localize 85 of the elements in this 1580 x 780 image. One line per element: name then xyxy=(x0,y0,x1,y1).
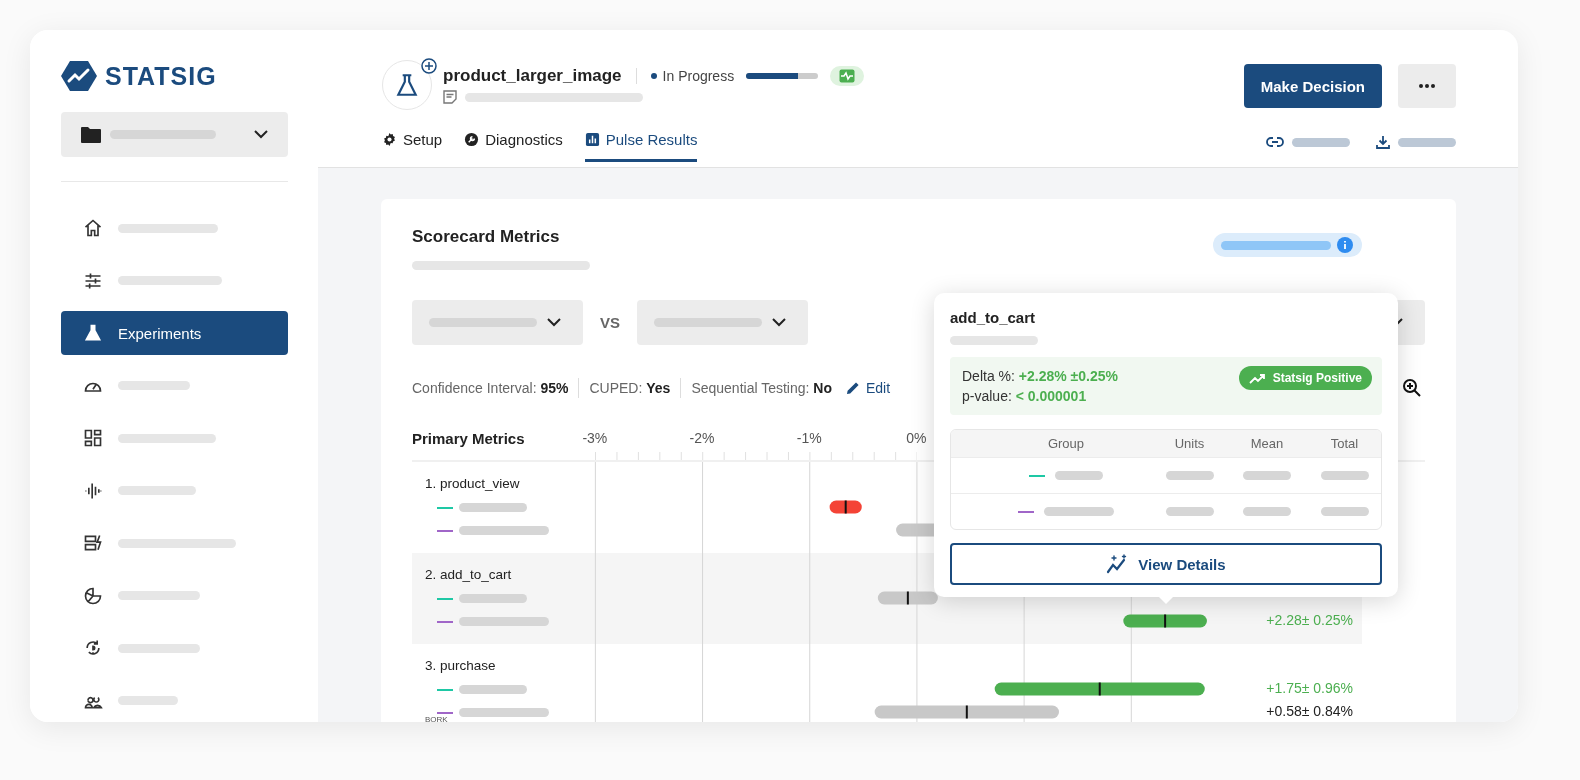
axis-label: -2% xyxy=(689,430,715,446)
setting-text: Sequential Testing: No xyxy=(691,380,832,396)
redacted-text-bar xyxy=(1055,471,1103,481)
delta-value: +1.75± 0.96% xyxy=(1266,679,1353,698)
metric-name: 1. product_view xyxy=(425,476,521,493)
pulse-icon xyxy=(839,69,856,83)
metric-name: 3. purchase xyxy=(425,658,497,675)
redacted-text-bar xyxy=(1165,471,1214,481)
group-dropdown[interactable] xyxy=(637,300,808,345)
chevron-down-icon xyxy=(547,318,561,327)
column-header: Units xyxy=(1173,436,1206,452)
redacted-text-bar xyxy=(459,685,527,694)
tab[interactable]: Setup xyxy=(382,131,443,162)
experiment-title: product_larger_image xyxy=(443,66,622,86)
card-title: Scorecard Metrics xyxy=(412,227,560,247)
bar-chart-icon xyxy=(584,132,600,147)
link-icon[interactable] xyxy=(1266,137,1284,147)
nav-item[interactable]: Experiments xyxy=(61,311,288,355)
chevron-down-icon xyxy=(772,318,786,327)
delta-value: +0.58± 0.84% xyxy=(1266,702,1353,721)
status-dot-icon xyxy=(650,73,657,79)
redacted-text-bar xyxy=(459,503,527,512)
column-header: Total xyxy=(1329,436,1360,452)
redacted-text-bar xyxy=(459,594,527,603)
redacted-text-bar xyxy=(1044,507,1114,517)
edit-link[interactable]: Edit xyxy=(846,380,891,396)
view-details-button[interactable]: View Details xyxy=(950,543,1382,586)
status-badge: Statsig Positive xyxy=(1238,366,1372,391)
logo-icon xyxy=(61,60,97,92)
pencil-icon xyxy=(846,381,860,395)
column-header: Mean xyxy=(1249,436,1285,452)
more-icon xyxy=(1419,84,1435,88)
redacted-text-bar xyxy=(1320,507,1369,517)
redacted-text-bar xyxy=(1243,507,1291,517)
confidence-interval-bar[interactable] xyxy=(1123,614,1207,628)
logo-text: STATSIG xyxy=(105,61,217,91)
server-bolt-icon xyxy=(83,533,103,553)
download-icon[interactable] xyxy=(1376,135,1390,149)
section-title: Primary Metrics xyxy=(412,429,526,449)
more-button[interactable] xyxy=(1398,64,1456,108)
chevron-down-icon xyxy=(254,130,268,139)
redacted-text-bar xyxy=(118,381,190,390)
redacted-text-bar xyxy=(118,696,178,705)
home-icon xyxy=(83,218,103,238)
pie-chart-icon xyxy=(83,585,103,606)
workspace-dropdown[interactable] xyxy=(61,112,288,157)
axis-label: -3% xyxy=(582,430,608,446)
metric-tag: BORK xyxy=(425,715,448,722)
wrench-icon xyxy=(464,132,480,147)
delta-value: +2.28± 0.25% xyxy=(1266,611,1353,630)
note-icon xyxy=(443,90,457,104)
confidence-interval-bar[interactable] xyxy=(877,591,938,605)
add-icon xyxy=(421,58,437,74)
flask-icon xyxy=(394,72,420,98)
zoom-in-icon[interactable] xyxy=(1402,378,1422,398)
tab[interactable]: Diagnostics xyxy=(464,131,563,162)
status-label: In Progress xyxy=(662,68,735,84)
delta-text: Delta %: +2.28% ±0.25% xyxy=(962,367,1118,387)
flask-icon xyxy=(83,323,103,343)
column-header: Group xyxy=(1046,436,1086,452)
tab[interactable]: Pulse Results xyxy=(584,131,698,162)
nav-label: Experiments xyxy=(118,324,202,342)
setting-text: CUPED: Yes xyxy=(589,380,671,396)
axis-label: 0% xyxy=(906,430,927,446)
popover-title: add_to_cart xyxy=(950,309,1037,326)
make-decision-button[interactable]: Make Decision xyxy=(1243,64,1382,108)
gear-icon xyxy=(382,132,397,147)
setting-text: Confidence Interval: 95% xyxy=(412,380,569,396)
p-value-text: p-value: < 0.000001 xyxy=(962,387,1088,407)
redacted-text-bar xyxy=(1243,471,1291,481)
health-badge[interactable] xyxy=(830,66,865,86)
dashboard-icon xyxy=(83,428,103,448)
redacted-text-bar xyxy=(1165,507,1214,517)
confidence-interval-bar[interactable] xyxy=(829,500,862,514)
rotate-icon xyxy=(83,638,103,658)
redacted-text-bar xyxy=(1320,471,1369,481)
redacted-text-bar xyxy=(1292,137,1350,147)
axis-label: -1% xyxy=(796,430,822,446)
redacted-text-bar xyxy=(1398,137,1456,147)
folder-icon xyxy=(80,125,102,144)
metric-name: 2. add_to_cart xyxy=(425,567,513,584)
info-icon xyxy=(1337,237,1353,253)
versus-label: VS xyxy=(600,314,620,331)
trend-up-icon xyxy=(1248,372,1267,384)
group-dropdown[interactable] xyxy=(412,300,583,345)
